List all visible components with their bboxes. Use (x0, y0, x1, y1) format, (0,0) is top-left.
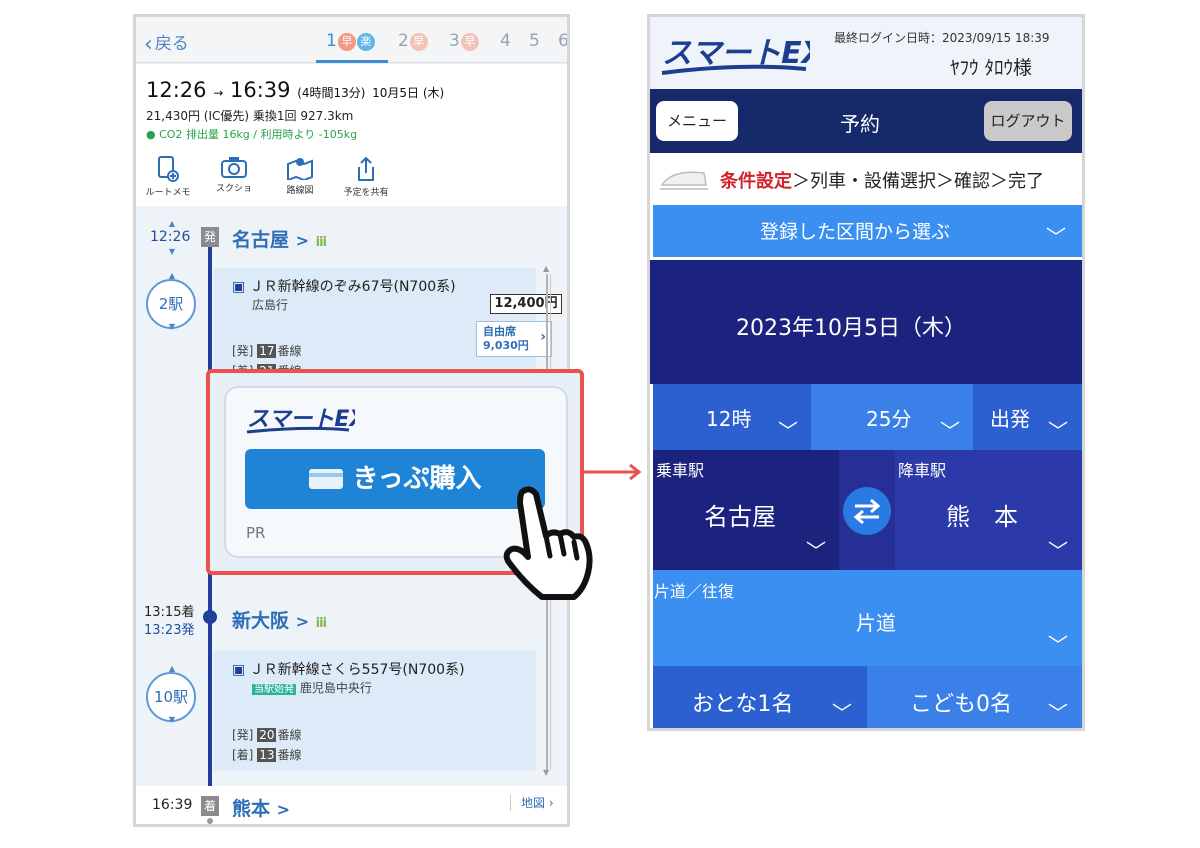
station-info-icon: iii (315, 616, 327, 631)
swap-arrows-icon (853, 498, 881, 525)
train-destination: 広島行 (252, 298, 289, 312)
route-tab-3[interactable]: 3早 (449, 31, 479, 51)
destination-station-link[interactable]: 熊本 > (232, 794, 290, 821)
adults-value: おとな1名 (692, 692, 794, 717)
logout-button[interactable]: ログアウト (984, 101, 1072, 141)
transfer-arrival-time: 13:15着 (144, 605, 195, 620)
transfer-dot (203, 610, 217, 624)
route-tab-5[interactable]: 5 (529, 31, 540, 51)
trip-type-value: 片道 (856, 611, 896, 635)
screenshot-button[interactable]: スクショ (206, 156, 262, 194)
route-tab-bar: ‹ 戻る 1早楽 2早 3早 4 5 6 (136, 17, 567, 63)
date-value: 2023年10月5日（木） (736, 316, 966, 341)
arrive-badge: 着 (201, 796, 219, 816)
steps-text: 条件設定＞列車・設備選択＞確認＞完了 (720, 171, 1044, 192)
haya-tag-icon: 早 (460, 33, 479, 51)
station-info-icon: iii (315, 235, 327, 250)
route-tab-6[interactable]: 6 (558, 31, 567, 51)
chevron-down-icon: ﹀ (940, 419, 960, 443)
share-schedule-button[interactable]: 予定を共有 (338, 156, 394, 198)
chevron-down-icon: ﹀ (806, 539, 826, 563)
route-tab-1[interactable]: 1早楽 (326, 31, 375, 51)
origin-start-badge: 当駅始発 (252, 684, 296, 695)
expand-down-icon: ▼ (168, 322, 176, 331)
shinkansen-icon (660, 171, 708, 190)
expand-down-icon: ▼ (168, 715, 176, 724)
chevron-right-icon: › (548, 796, 554, 810)
chevron-down-icon: ﹀ (1048, 419, 1068, 443)
smart-ex-logo: スマートEX (246, 407, 355, 434)
page-title: 予約 (840, 112, 880, 136)
origin-time: 12:26 (150, 229, 191, 245)
map-link[interactable]: 地図 › (510, 794, 554, 811)
chevron-down-icon: ﹀ (1048, 539, 1068, 563)
leaf-icon: ● (146, 128, 156, 141)
alight-station-value: 熊 本 (946, 503, 1018, 531)
trip-type-label: 片道／往復 (654, 582, 735, 601)
chevron-down-icon: ﹀ (1046, 225, 1066, 249)
co2-line: ● CO2 排出量 16kg / 利用時より -105kg (146, 128, 358, 141)
registered-route-label: 登録した区間から選ぶ (760, 221, 951, 243)
swap-stations-button[interactable] (843, 487, 891, 535)
chevron-down-icon: ﹀ (832, 701, 852, 725)
depart-badge: 発 (201, 227, 219, 247)
time-down-icon[interactable]: ▼ (166, 248, 178, 256)
expand-up-icon: ▲ (168, 271, 176, 280)
chevron-down-icon: ﹀ (1048, 633, 1068, 657)
route-tab-2[interactable]: 2早 (398, 31, 428, 51)
fare-line: 21,430円 (IC優先) 乗換1回 927.3km (146, 109, 354, 123)
haya-tag-icon: 早 (409, 33, 428, 51)
children-value: こども0名 (910, 692, 1012, 717)
chevron-down-icon: ﹀ (1048, 701, 1068, 725)
arrival-platform: [着] 13 番線 (232, 748, 302, 762)
route-summary: 12:26 → 16:39 (4時間13分) 10月5日 (木) 21,430円… (136, 64, 567, 206)
route-line (208, 616, 212, 786)
train-name: ▣ ＪＲ新幹線のぞみ67号(N700系) (232, 279, 456, 295)
timeline-end-dot (207, 818, 213, 824)
memo-icon (158, 156, 179, 182)
destination-time: 16:39 (152, 797, 193, 813)
username: ﾔﾌｳ ﾀﾛｳ様 (950, 57, 1033, 79)
dep-arr-value: 出発 (990, 407, 1030, 431)
departure-platform: [発] 20 番線 (232, 728, 302, 742)
departure-platform: [発] 17 番線 (232, 344, 302, 358)
transfer-station-link[interactable]: 新大阪 > iii (232, 606, 327, 633)
train-name: ▣ ＪＲ新幹線さくら557号(N700系) (232, 662, 465, 678)
haya-tag-icon: 早 (337, 33, 356, 51)
right-phone-screen: スマートEX 最終ログイン日時：2023/09/15 18:39 ﾔﾌｳ ﾀﾛｳ… (647, 14, 1085, 731)
last-login-time: 最終ログイン日時：2023/09/15 18:39 (834, 31, 1050, 45)
time-up-icon[interactable]: ▲ (166, 220, 178, 228)
pointing-hand-icon (503, 486, 593, 600)
train-icon: ▣ (232, 662, 246, 678)
route-tab-4[interactable]: 4 (500, 31, 511, 51)
arrow-right-icon (584, 463, 642, 481)
train-destination: 当駅始発 鹿児島中央行 (252, 681, 372, 695)
chevron-down-icon: ﹀ (778, 419, 798, 443)
pr-label: PR (246, 524, 266, 542)
route-times: 12:26 → 16:39 (4時間13分) 10月5日 (木) (146, 78, 445, 102)
raku-tag-icon: 楽 (356, 33, 375, 51)
board-station-label: 乗車駅 (656, 461, 705, 480)
alight-station-label: 降車駅 (898, 461, 947, 480)
route-memo-button[interactable]: ルートメモ (140, 156, 196, 198)
transfer-departure-time: 13:23発 (144, 623, 195, 638)
back-button[interactable]: ‹ 戻る (144, 29, 189, 57)
route-map-button[interactable]: 路線図 (272, 156, 328, 196)
board-station-value: 名古屋 (704, 503, 776, 531)
ticket-card-icon (308, 469, 343, 489)
smart-ex-logo: スマートEX (661, 36, 810, 75)
hour-value: 12時 (706, 407, 752, 431)
chevron-left-icon: ‹ (144, 32, 153, 57)
route-map-icon (287, 158, 313, 180)
menu-button[interactable]: メニュー (656, 101, 738, 141)
origin-station-link[interactable]: 名古屋 > iii (232, 225, 327, 252)
train-icon: ▣ (232, 279, 246, 295)
minute-value: 25分 (866, 407, 912, 431)
expand-up-icon: ▲ (168, 664, 176, 673)
active-tab-indicator (316, 60, 388, 63)
share-icon (358, 156, 374, 181)
camera-icon (221, 157, 247, 178)
